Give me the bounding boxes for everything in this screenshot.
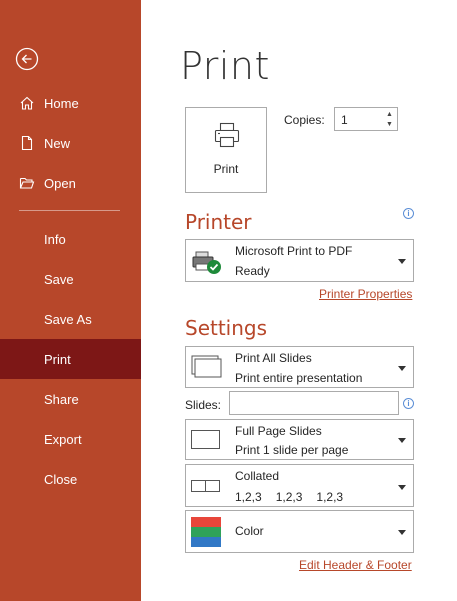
color-dropdown[interactable]: Color [185, 510, 414, 553]
collation-sequence: 1,2,3 [316, 490, 344, 504]
sidebar-item-home[interactable]: Home [0, 83, 141, 123]
printer-section-title: Printer [185, 210, 252, 234]
slides-input[interactable] [229, 391, 399, 415]
collated-icon [191, 480, 220, 492]
dropdown-arrow-icon [398, 259, 406, 264]
sidebar-item-label: Export [44, 431, 82, 447]
sidebar-item-export[interactable]: Export [0, 419, 141, 459]
print-button-label: Print [213, 162, 239, 176]
layout-primary: Full Page Slides [235, 424, 322, 438]
new-document-icon [19, 135, 35, 151]
collation-sequence: 1,2,3 [275, 490, 303, 504]
printer-icon [214, 122, 240, 148]
color-primary: Color [235, 524, 264, 538]
collation-primary: Collated [235, 469, 280, 483]
printer-properties-link[interactable]: Printer Properties [319, 287, 412, 301]
sidebar-item-label: Home [44, 95, 79, 111]
printer-ready-icon [192, 251, 221, 274]
printer-dropdown[interactable]: Microsoft Print to PDF Ready [185, 239, 414, 282]
folder-open-icon [19, 175, 35, 191]
sidebar-item-close[interactable]: Close [0, 459, 141, 499]
dropdown-arrow-icon [398, 485, 406, 490]
copies-stepper[interactable]: 1 ▲ ▼ [334, 107, 398, 131]
layout-secondary: Print 1 slide per page [235, 443, 349, 457]
back-button[interactable] [15, 47, 39, 71]
sidebar-item-label: New [44, 135, 71, 151]
printer-name: Microsoft Print to PDF [235, 244, 353, 258]
sidebar-item-save[interactable]: Save [0, 259, 141, 299]
sidebar-item-label: Share [44, 391, 79, 407]
print-range-primary: Print All Slides [235, 351, 312, 365]
dropdown-arrow-icon [398, 366, 406, 371]
sidebar-item-save-as[interactable]: Save As [0, 299, 141, 339]
print-pane: Print Print Copies: 1 ▲ ▼ Printer i Micr… [141, 0, 457, 601]
backstage-sidebar: Home New Open Info Save Save As Print Sh… [0, 0, 141, 601]
color-swatch-icon [191, 517, 221, 547]
page-title: Print [180, 44, 270, 88]
chevron-up-icon[interactable]: ▲ [385, 110, 394, 119]
sidebar-item-info[interactable]: Info [0, 219, 141, 259]
settings-section-title: Settings [185, 316, 268, 340]
copies-value[interactable]: 1 [341, 113, 348, 127]
print-range-dropdown[interactable]: Print All Slides Print entire presentati… [185, 346, 414, 388]
print-button[interactable]: Print [185, 107, 267, 193]
info-icon[interactable]: i [403, 398, 414, 409]
layout-dropdown[interactable]: Full Page Slides Print 1 slide per page [185, 419, 414, 460]
dropdown-arrow-icon [398, 530, 406, 535]
edit-header-footer-link[interactable]: Edit Header & Footer [299, 558, 412, 572]
chevron-down-icon[interactable]: ▼ [385, 120, 394, 129]
back-arrow-icon [15, 47, 39, 71]
sidebar-item-label: Close [44, 471, 78, 487]
full-page-slide-icon [191, 430, 220, 449]
slides-stack-icon [191, 355, 222, 378]
sidebar-item-share[interactable]: Share [0, 379, 141, 419]
sidebar-item-label: Info [44, 231, 66, 247]
copies-label: Copies: [284, 113, 325, 127]
collation-sequence: 1,2,3 [235, 490, 262, 504]
sidebar-item-open[interactable]: Open [0, 163, 141, 203]
sidebar-item-label: Save As [44, 311, 92, 327]
home-icon [19, 95, 35, 111]
sidebar-divider [19, 210, 120, 211]
sidebar-item-label: Open [44, 175, 76, 191]
sidebar-item-new[interactable]: New [0, 123, 141, 163]
sidebar-item-label: Print [44, 351, 71, 367]
print-range-secondary: Print entire presentation [235, 371, 363, 385]
sidebar-item-label: Save [44, 271, 74, 287]
printer-status: Ready [235, 264, 270, 278]
dropdown-arrow-icon [398, 438, 406, 443]
collation-secondary: 1,2,3 1,2,3 1,2,3 [235, 490, 357, 504]
slides-label: Slides: [185, 398, 222, 412]
info-icon[interactable]: i [403, 208, 414, 219]
collation-dropdown[interactable]: Collated 1,2,3 1,2,3 1,2,3 [185, 464, 414, 507]
sidebar-item-print[interactable]: Print [0, 339, 141, 379]
